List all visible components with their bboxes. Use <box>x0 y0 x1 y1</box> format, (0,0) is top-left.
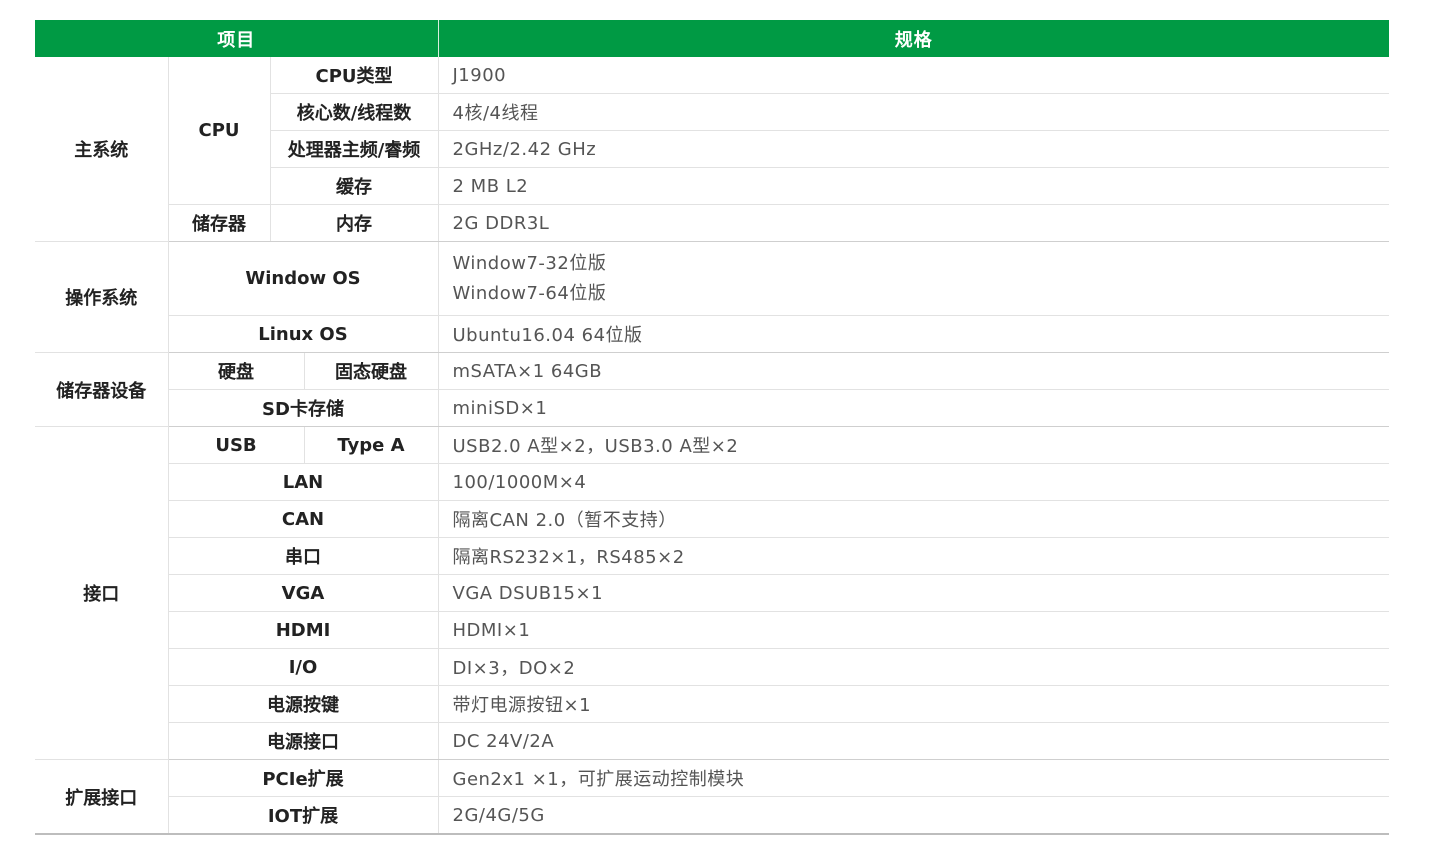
sub-cpu: CPU <box>168 57 271 205</box>
row-value-power-button: 带灯电源按钮×1 <box>438 685 1389 723</box>
row-value-ssd: mSATA×1 64GB <box>438 352 1389 390</box>
table-row: 主系统 CPU CPU类型 J1900 <box>35 57 1389 242</box>
row-value-lan: 100/1000M×4 <box>438 463 1389 501</box>
row-value-sd: miniSD×1 <box>438 389 1389 427</box>
table-row: 接口 USB Type A USB2.0 A型×2，USB3.0 A型×2 <box>35 426 1389 760</box>
row-value-io: DI×3，DO×2 <box>438 648 1389 686</box>
table-row: 电源按键 带灯电源按钮×1 <box>35 685 1389 723</box>
row-value-usb: USB2.0 A型×2，USB3.0 A型×2 <box>438 426 1389 464</box>
table-row: SD卡存储 miniSD×1 <box>35 389 1389 427</box>
row-label-power-port: 电源接口 <box>168 722 439 760</box>
row-value-cpu-type: J1900 <box>438 57 1389 94</box>
group-os: 操作系统 <box>35 241 169 353</box>
row-value-windows: Window7-32位版 Window7-64位版 <box>438 241 1389 316</box>
table-row: IOT扩展 2G/4G/5G <box>35 796 1389 835</box>
row-label-iot: IOT扩展 <box>168 796 439 835</box>
table-row: 串口 隔离RS232×1，RS485×2 <box>35 537 1389 575</box>
row-label-usb-type: Type A <box>304 426 439 464</box>
table-row: 储存器设备 硬盘 固态硬盘 mSATA×1 64GB <box>35 352 1389 427</box>
row-value-ram: 2G DDR3L <box>438 204 1389 242</box>
sub-memory-group: 储存器 <box>168 204 271 242</box>
row-label-can: CAN <box>168 500 439 538</box>
row-value-cores: 4核/4线程 <box>438 93 1389 131</box>
row-label-cores: 核心数/线程数 <box>270 93 439 131</box>
table-row: 电源接口 DC 24V/2A <box>35 722 1389 760</box>
row-value-freq: 2GHz/2.42 GHz <box>438 130 1389 168</box>
row-value-hdmi: HDMI×1 <box>438 611 1389 649</box>
sub-linux: Linux OS <box>168 315 439 353</box>
table-row: LAN 100/1000M×4 <box>35 463 1389 501</box>
table-row: 储存器 内存 2G DDR3L <box>35 204 1389 242</box>
row-label-sd: SD卡存储 <box>168 389 439 427</box>
row-label-ram: 内存 <box>270 204 439 242</box>
table-row: I/O DI×3，DO×2 <box>35 648 1389 686</box>
windows-value-64: Window7-64位版 <box>452 282 607 304</box>
table-row: 操作系统 Window OS Window7-32位版 Window7-64位版 <box>35 241 1389 353</box>
row-value-vga: VGA DSUB15×1 <box>438 574 1389 612</box>
row-label-pcie: PCIe扩展 <box>168 759 439 797</box>
table-row: VGA VGA DSUB15×1 <box>35 574 1389 612</box>
row-value-cache: 2 MB L2 <box>438 167 1389 205</box>
row-label-io: I/O <box>168 648 439 686</box>
header-item: 项目 <box>35 20 439 57</box>
group-expansion: 扩展接口 <box>35 759 169 835</box>
row-label-serial: 串口 <box>168 537 439 575</box>
sub-usb: USB <box>168 426 305 464</box>
row-value-pcie: Gen2x1 ×1，可扩展运动控制模块 <box>438 759 1389 797</box>
row-label-ssd: 固态硬盘 <box>304 352 439 390</box>
row-value-linux: Ubuntu16.04 64位版 <box>438 315 1389 353</box>
table-row: HDMI HDMI×1 <box>35 611 1389 649</box>
row-label-vga: VGA <box>168 574 439 612</box>
table-row: 扩展接口 PCIe扩展 Gen2x1 ×1，可扩展运动控制模块 <box>35 759 1389 835</box>
row-value-power-port: DC 24V/2A <box>438 722 1389 760</box>
row-label-lan: LAN <box>168 463 439 501</box>
row-value-iot: 2G/4G/5G <box>438 796 1389 835</box>
table-header: 项目 规格 <box>35 20 1389 57</box>
row-label-freq: 处理器主频/睿频 <box>270 130 439 168</box>
spec-table: 项目 规格 主系统 CPU CPU类型 J1900 核心数/线程数 4核/4线程… <box>35 20 1389 835</box>
header-spec: 规格 <box>438 20 1389 57</box>
table-row: Linux OS Ubuntu16.04 64位版 <box>35 315 1389 353</box>
row-label-cpu-type: CPU类型 <box>270 57 439 94</box>
windows-value-32: Window7-32位版 <box>452 252 607 274</box>
row-label-cache: 缓存 <box>270 167 439 205</box>
row-label-hdmi: HDMI <box>168 611 439 649</box>
sub-disk: 硬盘 <box>168 352 305 390</box>
table-row: CAN 隔离CAN 2.0（暂不支持） <box>35 500 1389 538</box>
sub-windows: Window OS <box>168 241 439 316</box>
group-interface: 接口 <box>35 426 169 760</box>
group-main-system: 主系统 <box>35 57 169 242</box>
group-storage-device: 储存器设备 <box>35 352 169 427</box>
row-label-power-button: 电源按键 <box>168 685 439 723</box>
row-value-serial: 隔离RS232×1，RS485×2 <box>438 537 1389 575</box>
row-value-can: 隔离CAN 2.0（暂不支持） <box>438 500 1389 538</box>
